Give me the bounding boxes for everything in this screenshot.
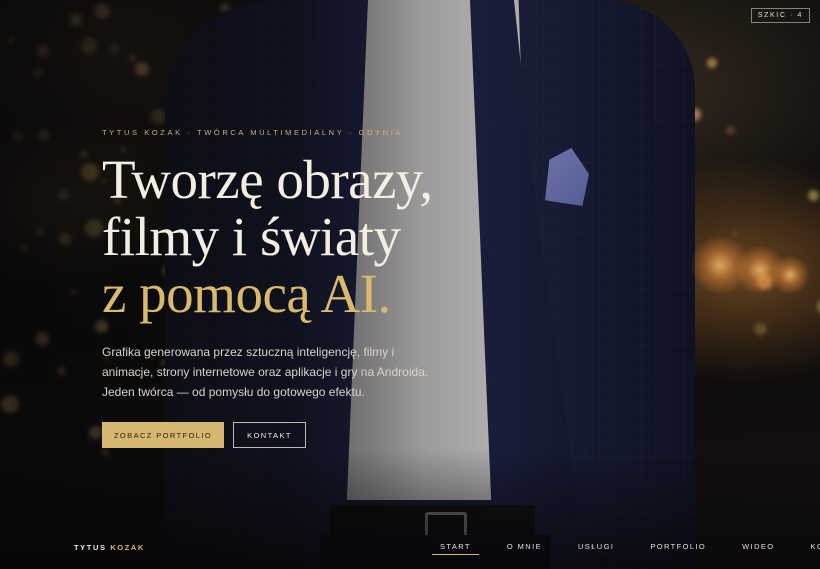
description-line-3: Jeden twórca — od pomysłu do gotowego ef… [102,385,365,399]
brand-first-name: TYTUS [74,543,107,552]
nav-item-about[interactable]: O MNIE [499,542,550,551]
description-line-1: Grafika generowana przez sztuczną inteli… [102,345,395,359]
nav-item-video[interactable]: WIDEO [734,542,782,551]
nav-item-portfolio[interactable]: PORTFOLIO [642,542,714,551]
contact-button[interactable]: KONTAKT [233,422,306,448]
sketch-badge: SZKIC · 4 [750,8,810,23]
hero-eyebrow: TYTUS KOZAK · TWÓRCA MULTIMEDIALNY · GDY… [102,128,403,137]
brand-last-name: KOZAK [110,543,145,552]
brand-logo[interactable]: TYTUS KOZAK [74,543,145,552]
nav-item-start[interactable]: START [432,542,479,555]
hero-section: TYTUS KOZAK · TWÓRCA MULTIMEDIALNY · GDY… [102,128,522,448]
bottom-bar: TYTUS KOZAK START O MNIE USŁUGI PORTFOLI… [0,530,820,560]
nav-item-services[interactable]: USŁUGI [570,542,622,551]
description-line-2: animacje, strony internetowe oraz aplika… [102,365,429,379]
main-navigation: START O MNIE USŁUGI PORTFOLIO WIDEO KONT… [432,542,820,555]
headline-line-3: z pomocą AI. [102,263,391,324]
headline-line-2: filmy i światy [102,206,401,267]
hero-headline: Tworzę obrazy, filmy i światy z pomocą A… [102,151,522,322]
hero-description: Grafika generowana przez sztuczną inteli… [102,342,522,402]
nav-item-contact[interactable]: KONTAKT [803,542,820,551]
cta-group: ZOBACZ PORTFOLIO KONTAKT [102,422,522,448]
view-portfolio-button[interactable]: ZOBACZ PORTFOLIO [102,422,224,448]
headline-line-1: Tworzę obrazy, [102,149,433,210]
